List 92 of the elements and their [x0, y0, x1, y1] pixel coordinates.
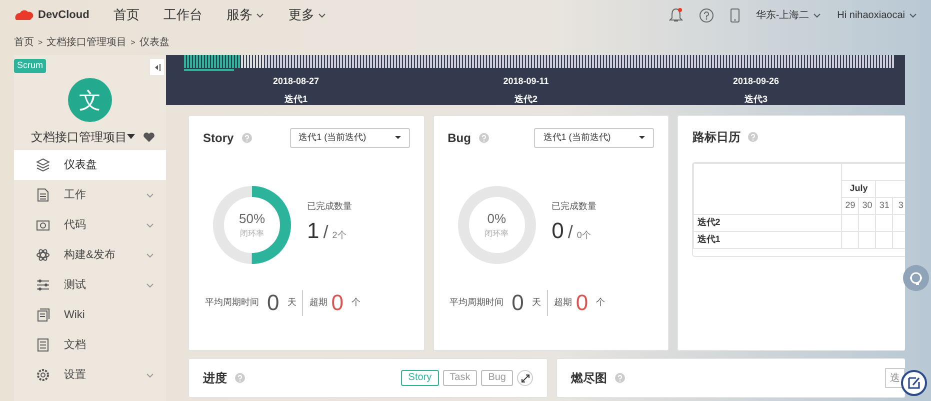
cycle-time-value: 0	[267, 292, 280, 314]
camera-icon	[36, 218, 50, 232]
milestone-date: 2018-09-11	[502, 75, 550, 88]
expand-icon	[520, 374, 530, 382]
card-title: 进度	[203, 370, 227, 387]
iteration-select[interactable]: 迭代1 (当前迭代)	[534, 128, 654, 148]
milestone-date: 2018-09-26	[732, 75, 780, 88]
user-menu[interactable]: Hi nihaoxiaocai	[837, 8, 917, 22]
scrum-badge: Scrum	[14, 59, 46, 72]
breadcrumb-separator: >	[38, 36, 43, 48]
project-avatar: 文	[68, 78, 112, 122]
cloud-logo-icon	[14, 8, 34, 22]
sidebar-item[interactable]: 文档	[14, 330, 166, 360]
cycle-time-label: 平均周期时间	[205, 296, 259, 310]
caret-icon	[394, 136, 401, 140]
card-title: Story	[203, 130, 234, 147]
overdue-value: 0	[576, 292, 588, 314]
pages-icon	[36, 308, 50, 322]
document-icon	[36, 188, 50, 202]
layers-icon	[36, 158, 50, 172]
nav-link[interactable]: 更多	[288, 5, 326, 25]
region-dropdown[interactable]: 华东-上海二	[756, 8, 822, 22]
edit-icon	[907, 376, 921, 390]
month-header: July	[842, 180, 876, 198]
breadcrumb-separator: >	[130, 36, 136, 48]
total-count: 2个	[332, 228, 346, 242]
percent-value: 0%	[486, 212, 508, 225]
card-title: Bug	[448, 130, 471, 147]
iteration-select[interactable]: 迭	[885, 368, 905, 388]
sidebar-item[interactable]: 构建&发布	[14, 240, 166, 270]
completed-count: 0	[552, 220, 564, 242]
cycle-time-value: 0	[512, 292, 524, 314]
cycle-time-label: 平均周期时间	[450, 296, 504, 310]
sidebar-item[interactable]: 设置	[14, 360, 166, 390]
slash-separator: /	[568, 222, 573, 240]
breadcrumb-link[interactable]: 首页	[14, 35, 34, 50]
unit-label: 个	[352, 296, 360, 310]
card-title: 路标日历	[692, 129, 740, 146]
caret-icon	[639, 136, 646, 140]
bell-icon[interactable]	[668, 7, 683, 23]
day-header: 31	[876, 198, 893, 214]
sidebar-item[interactable]: 仪表盘	[14, 150, 166, 180]
support-button[interactable]	[903, 265, 929, 291]
unit-label: 天	[532, 296, 541, 310]
overdue-label: 超期	[309, 296, 328, 310]
unit-label: 个	[596, 296, 606, 310]
percent-value: 50%	[238, 212, 266, 225]
list-icon	[36, 338, 50, 352]
help-icon[interactable]	[698, 8, 714, 22]
atom-icon	[36, 248, 50, 262]
feedback-button[interactable]	[901, 370, 927, 396]
mobile-icon[interactable]	[730, 8, 740, 22]
slash-separator: /	[323, 222, 328, 240]
nav-link[interactable]: 工作台	[163, 5, 202, 25]
milestone-label[interactable]: 迭代3	[726, 92, 786, 106]
project-dropdown[interactable]: 文档接口管理项目	[31, 128, 135, 146]
overdue-label: 超期	[554, 296, 572, 310]
total-count: 0个	[576, 228, 591, 242]
heart-icon[interactable]	[143, 132, 155, 142]
card-title: 燃尽图	[571, 370, 607, 387]
milestone-label[interactable]: 迭代1	[266, 92, 326, 106]
brand-name[interactable]: DevCloud	[38, 6, 90, 24]
sidebar-item[interactable]: Wiki	[14, 300, 166, 330]
breadcrumb-link[interactable]: 文档接口管理项目	[46, 35, 127, 50]
day-header: 30	[858, 198, 876, 214]
completed-count: 1	[307, 220, 320, 242]
iteration-label: 迭代1	[694, 232, 842, 248]
iteration-select[interactable]: 迭代1 (当前迭代)	[290, 128, 410, 148]
sidebar-item[interactable]: 测试	[14, 270, 166, 300]
milestone-date: 2018-08-27	[272, 75, 320, 88]
day-header: 29	[842, 198, 859, 214]
nav-link[interactable]: 首页	[113, 5, 140, 25]
caret-icon	[127, 134, 135, 140]
unit-label: 天	[287, 296, 296, 310]
rate-label: 闭环率	[484, 228, 510, 240]
chevron-icon	[813, 12, 822, 18]
completed-label: 已完成数量	[307, 200, 352, 213]
iteration-label: 迭代2	[694, 214, 842, 232]
nav-link[interactable]: 服务	[226, 5, 264, 25]
chevron-icon	[909, 12, 917, 18]
collapse-button[interactable]	[150, 59, 164, 75]
sliders-icon	[36, 278, 50, 292]
collapse-icon	[154, 64, 160, 70]
overdue-value: 0	[331, 292, 344, 314]
headset-icon	[908, 270, 924, 286]
expand-button[interactable]	[517, 370, 533, 386]
sidebar-item[interactable]: 工作	[14, 180, 166, 210]
settings-icon	[36, 368, 50, 382]
rate-label: 闭环率	[239, 228, 265, 240]
milestone-label[interactable]: 迭代2	[496, 92, 556, 106]
sidebar-item[interactable]: 代码	[14, 210, 166, 240]
completed-label: 已完成数量	[552, 200, 597, 213]
